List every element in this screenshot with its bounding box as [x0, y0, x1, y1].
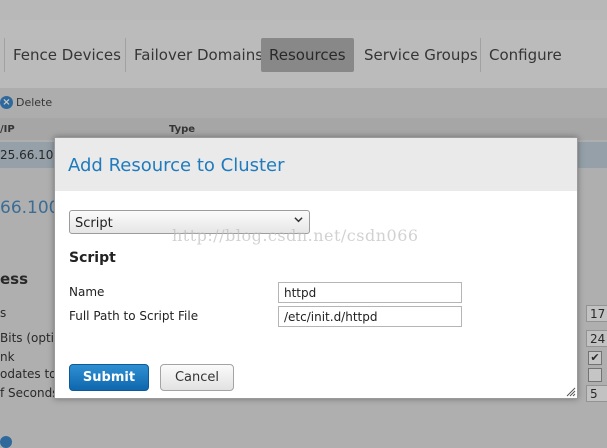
cancel-button[interactable]: Cancel — [160, 364, 234, 391]
name-field[interactable] — [278, 282, 462, 303]
script-path-field[interactable] — [278, 306, 462, 327]
resource-type-heading: Script — [69, 250, 116, 266]
dialog-header: Add Resource to Cluster — [55, 138, 577, 191]
resize-handle-icon[interactable] — [564, 385, 576, 397]
submit-button[interactable]: Submit — [69, 364, 149, 391]
add-resource-dialog: Add Resource to Cluster Script Script Na… — [54, 137, 578, 399]
watermark: http://blog.csdn.net/csdn066 — [172, 226, 419, 245]
name-label: Name — [69, 285, 105, 299]
dialog-title: Add Resource to Cluster — [68, 155, 285, 176]
resource-type-value: Script — [75, 216, 113, 231]
script-path-label: Full Path to Script File — [69, 309, 199, 323]
